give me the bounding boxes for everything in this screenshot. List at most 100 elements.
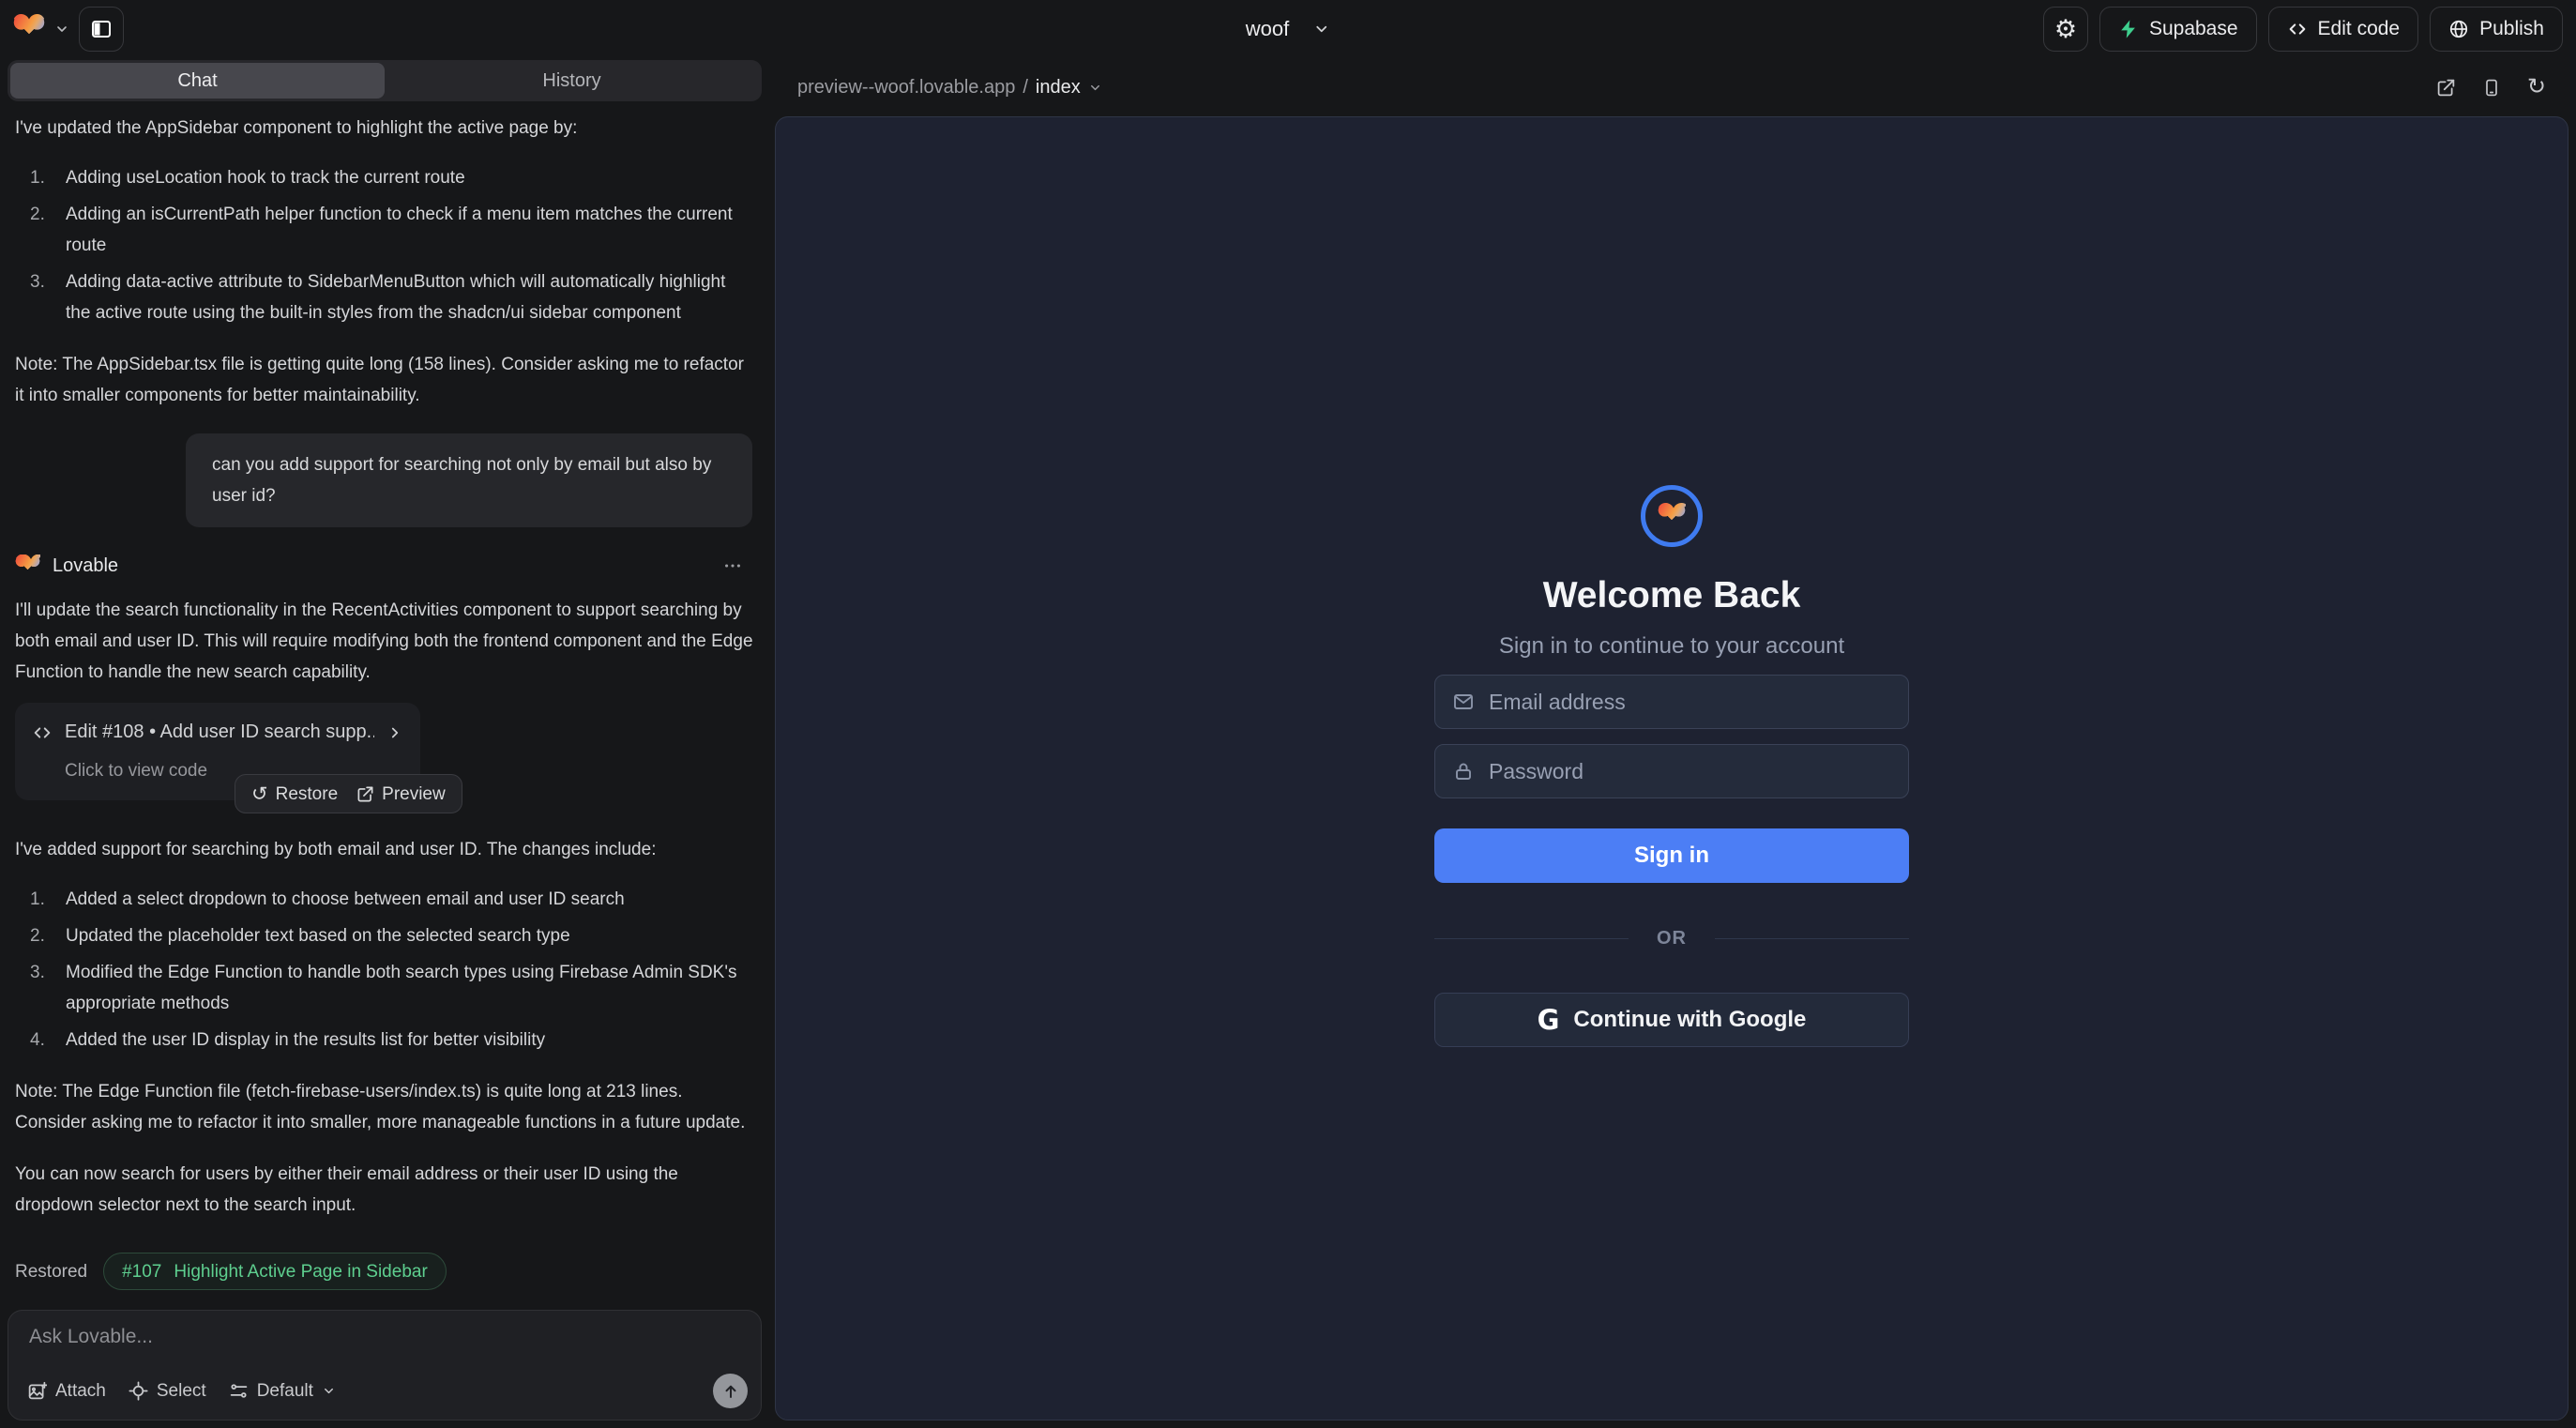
edit-code-button[interactable]: Edit code (2268, 7, 2419, 52)
mode-selector[interactable]: Default (229, 1381, 336, 1402)
edit-code-label: Edit code (2318, 18, 2401, 40)
preview-url-host: preview--woof.lovable.app/ (797, 77, 1028, 99)
preview-label: Preview (382, 779, 446, 810)
list-item: Adding useLocation hook to track the cur… (66, 162, 754, 193)
globe-icon (2448, 19, 2469, 39)
code-icon (32, 722, 53, 743)
mobile-view-icon[interactable] (2482, 78, 2501, 98)
chat-history-tabs: Chat History (8, 60, 762, 101)
sliders-icon (229, 1381, 249, 1401)
assistant-note: Note: The AppSidebar.tsx file is getting… (15, 349, 754, 411)
edit-actions-bar: ↺ Restore Preview (235, 774, 462, 813)
page-subtitle: Sign in to continue to your account (1434, 633, 1909, 660)
sign-in-button[interactable]: Sign in (1434, 828, 1909, 883)
locate-icon (129, 1381, 148, 1401)
chevron-down-icon[interactable] (1088, 81, 1102, 95)
top-bar: woof ⚙ Supabase Edit code Publish (0, 0, 2576, 58)
google-label: Continue with Google (1573, 1007, 1806, 1033)
list-item: Updated the placeholder text based on th… (66, 920, 754, 951)
settings-button[interactable]: ⚙ (2043, 7, 2088, 52)
publish-button[interactable]: Publish (2430, 7, 2563, 52)
chevron-down-icon (322, 1384, 336, 1398)
chevron-down-icon[interactable] (54, 22, 69, 37)
restored-version-chip[interactable]: #107 Highlight Active Page in Sidebar (103, 1253, 447, 1290)
chevron-right-icon (386, 724, 403, 741)
email-placeholder: Email address (1489, 690, 1626, 715)
google-sign-in-button[interactable]: G Continue with Google (1434, 993, 1909, 1047)
preview-iframe: Welcome Back Sign in to continue to your… (775, 116, 2568, 1420)
attach-button[interactable]: Attach (27, 1381, 106, 1402)
attach-label: Attach (55, 1381, 106, 1402)
assistant-paragraph: I've updated the AppSidebar component to… (15, 113, 754, 144)
project-switcher[interactable]: woof (1246, 17, 1330, 41)
assistant-list: Adding useLocation hook to track the cur… (15, 162, 754, 328)
app-logo (1641, 485, 1703, 547)
user-message-text: can you add support for searching not on… (212, 455, 711, 506)
list-item: Added the user ID display in the results… (66, 1025, 754, 1056)
password-field[interactable]: Password (1434, 744, 1909, 798)
assistant-paragraph: You can now search for users by either t… (15, 1159, 754, 1221)
external-link-icon (356, 785, 374, 803)
supabase-label: Supabase (2149, 18, 2238, 40)
lovable-avatar-icon (15, 554, 40, 578)
edit-card-wrapper: Edit #108 • Add user ID search supp... C… (15, 703, 754, 813)
password-placeholder: Password (1489, 759, 1583, 784)
restore-button[interactable]: ↺ Restore (251, 779, 338, 810)
composer[interactable]: Ask Lovable... Attach Select Default (8, 1310, 762, 1420)
chat-panel: Chat History I've updated the AppSidebar… (8, 60, 762, 1420)
refresh-icon[interactable]: ↻ (2527, 76, 2546, 99)
project-name: woof (1246, 17, 1289, 41)
preview-url-bar: preview--woof.lovable.app/ index ↻ (775, 60, 2568, 114)
assistant-paragraph: I've added support for searching by both… (15, 834, 754, 865)
tab-history[interactable]: History (385, 63, 759, 99)
open-in-new-tab-icon[interactable] (2436, 78, 2456, 98)
google-icon: G (1538, 1004, 1560, 1036)
email-field[interactable]: Email address (1434, 675, 1909, 729)
list-item: Adding data-active attribute to SidebarM… (66, 266, 754, 328)
or-divider: OR (1434, 928, 1909, 949)
gear-icon: ⚙ (2054, 17, 2077, 42)
sidebar-toggle-button[interactable] (79, 7, 124, 52)
panel-left-icon (90, 18, 113, 40)
or-label: OR (1657, 928, 1687, 949)
heart-logo-icon (1658, 503, 1686, 529)
more-options-icon[interactable] (722, 555, 743, 576)
arrow-up-icon (722, 1383, 739, 1400)
assistant-name: Lovable (53, 551, 118, 582)
preview-button[interactable]: Preview (356, 779, 446, 810)
assistant-paragraph: I'll update the search functionality in … (15, 595, 754, 688)
mail-icon (1452, 691, 1475, 713)
user-message-bubble: can you add support for searching not on… (186, 433, 752, 527)
version-number: #107 (122, 1256, 161, 1287)
preview-url-page[interactable]: index (1036, 77, 1081, 99)
list-item: Added a select dropdown to choose betwee… (66, 884, 754, 915)
restore-icon: ↺ (251, 784, 268, 804)
select-button[interactable]: Select (129, 1381, 206, 1402)
assistant-note: Note: The Edge Function file (fetch-fire… (15, 1076, 754, 1138)
assistant-header: Lovable (15, 552, 754, 580)
list-item: Modified the Edge Function to handle bot… (66, 957, 754, 1019)
lock-icon (1452, 760, 1475, 782)
supabase-button[interactable]: Supabase (2099, 7, 2257, 52)
signin-card: Welcome Back Sign in to continue to your… (1434, 485, 1909, 1047)
list-item: Adding an isCurrentPath helper function … (66, 199, 754, 261)
preview-panel: preview--woof.lovable.app/ index ↻ Welco… (775, 60, 2568, 1420)
tab-chat[interactable]: Chat (10, 63, 385, 99)
page-title: Welcome Back (1434, 575, 1909, 616)
chat-messages: I've updated the AppSidebar component to… (8, 101, 762, 1297)
chevron-down-icon (1313, 21, 1330, 38)
image-plus-icon (27, 1381, 47, 1401)
assistant-list: Added a select dropdown to choose betwee… (15, 884, 754, 1056)
version-title: Highlight Active Page in Sidebar (174, 1256, 427, 1287)
lovable-logo-icon[interactable] (13, 14, 45, 44)
edit-card-title: Edit #108 • Add user ID search supp... (65, 717, 374, 748)
mode-label: Default (257, 1381, 313, 1402)
restore-label: Restore (276, 779, 339, 810)
send-button[interactable] (713, 1374, 748, 1408)
publish-label: Publish (2479, 18, 2544, 40)
select-label: Select (157, 1381, 206, 1402)
composer-input[interactable]: Ask Lovable... (29, 1326, 740, 1348)
restored-row: Restored #107 Highlight Active Page in S… (15, 1253, 754, 1290)
supabase-icon (2118, 19, 2139, 39)
code-icon (2287, 19, 2308, 39)
